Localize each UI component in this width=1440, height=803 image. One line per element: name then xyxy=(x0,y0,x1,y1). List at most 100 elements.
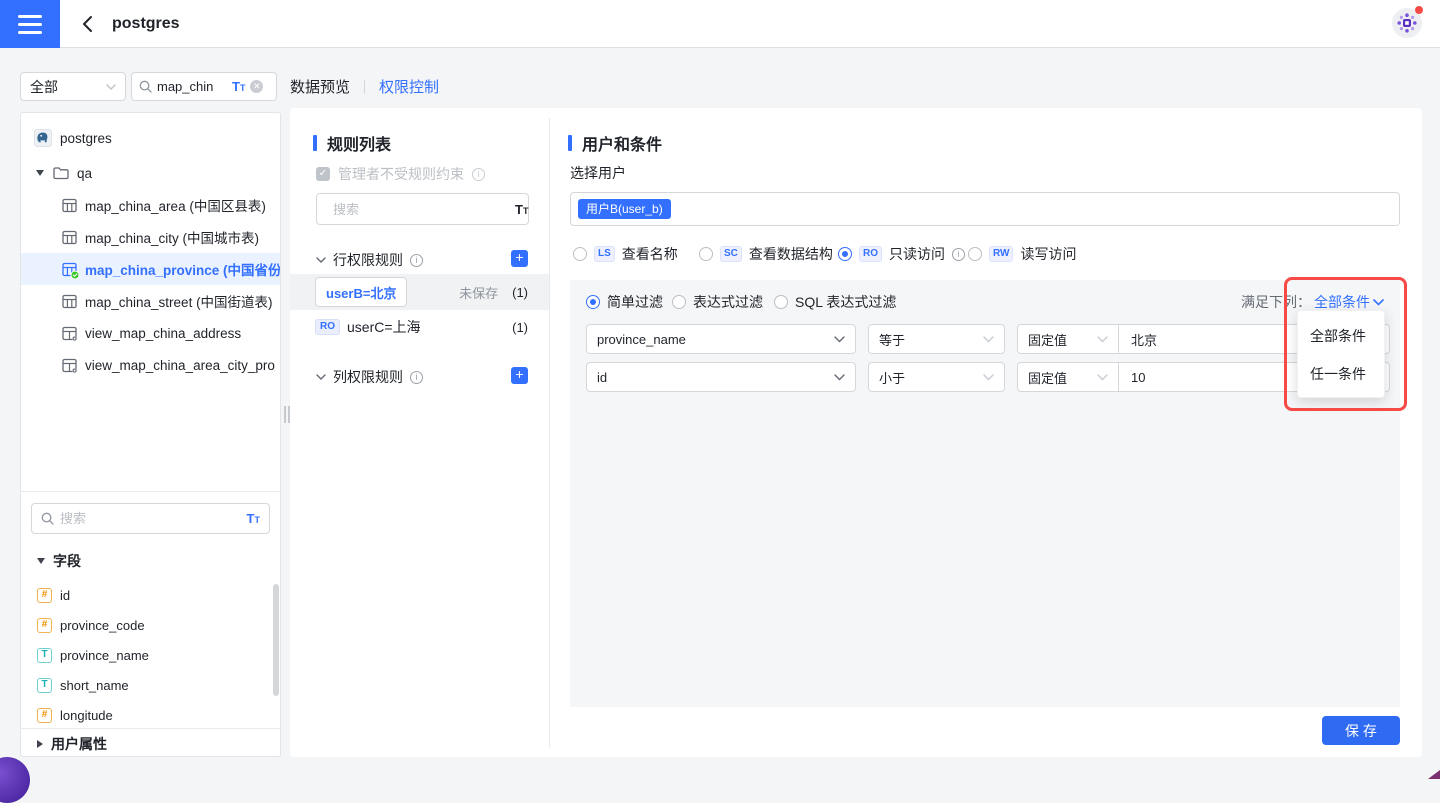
user-attrs-section-header[interactable]: 用户属性 xyxy=(37,734,107,754)
select-user-label: 选择用户 xyxy=(570,163,626,183)
fields-section-title: 字段 xyxy=(53,551,81,571)
admin-exempt-label: 管理者不受规则约束 xyxy=(338,164,464,184)
filter-panel: 简单过滤 表达式过滤 SQL 表达式过滤 满足下列： 全部条件 province… xyxy=(570,280,1400,707)
condition-value-input[interactable]: 北京 xyxy=(1119,330,1169,349)
org-logo-icon xyxy=(1396,12,1418,34)
field-item[interactable]: T short_name xyxy=(21,673,271,697)
filter-mode-expression[interactable]: 表达式过滤 xyxy=(672,292,763,312)
tree-node-label: qa xyxy=(77,166,92,181)
fields-section-header[interactable]: 字段 xyxy=(37,551,81,571)
rule-search-input[interactable] xyxy=(333,202,509,217)
tab-permission-control[interactable]: 权限控制 xyxy=(379,76,439,97)
tree-node-database[interactable]: postgres xyxy=(21,122,280,154)
tree-node-table[interactable]: map_china_city (中国城市表) xyxy=(21,221,280,253)
field-item[interactable]: # id xyxy=(21,583,271,607)
match-case-icon[interactable]: TT xyxy=(515,203,528,216)
tree-node-folder-qa[interactable]: qa xyxy=(21,157,280,189)
user-avatar[interactable] xyxy=(1392,8,1422,38)
dropdown-option-all[interactable]: 全部条件 xyxy=(1298,317,1384,355)
save-button[interactable]: 保 存 xyxy=(1322,716,1400,745)
back-button[interactable] xyxy=(76,13,98,35)
rw-badge: RW xyxy=(989,246,1013,262)
chevron-left-icon xyxy=(82,15,93,33)
tab-data-preview[interactable]: 数据预览 xyxy=(290,76,350,97)
menu-button[interactable] xyxy=(0,0,60,48)
add-row-rule-button[interactable]: + xyxy=(511,250,528,267)
radio-unselected[interactable] xyxy=(573,247,587,261)
rule-search-box[interactable]: TT xyxy=(316,193,529,225)
tree-node-view[interactable]: view_map_china_address xyxy=(21,317,280,349)
match-case-icon[interactable]: TT xyxy=(232,80,245,93)
rule-item-userB[interactable]: RO userB=北京 未保存 (1) xyxy=(290,274,549,310)
condition-value-input[interactable]: 10 xyxy=(1119,370,1157,385)
radio-unselected[interactable] xyxy=(672,295,686,309)
radio-unselected[interactable] xyxy=(774,295,788,309)
fields-scrollbar[interactable] xyxy=(273,584,279,696)
value-type-value: 固定值 xyxy=(1028,330,1067,349)
detail-panel-title: 用户和条件 xyxy=(582,131,662,155)
user-tag[interactable]: 用户B(user_b) xyxy=(578,199,671,219)
field-item[interactable]: T province_name xyxy=(21,643,271,667)
dropdown-option-any[interactable]: 任一条件 xyxy=(1298,355,1384,393)
row-rules-title: 行权限规则 xyxy=(333,250,403,270)
access-option-ro[interactable]: RO 只读访问 i xyxy=(838,244,965,264)
chevron-down-icon[interactable] xyxy=(1373,299,1384,306)
match-condition-control: 满足下列： 全部条件 xyxy=(1241,292,1384,312)
info-icon: i xyxy=(410,371,423,384)
header-accent xyxy=(313,135,317,151)
caret-down-icon[interactable] xyxy=(37,558,45,564)
chevron-down-icon xyxy=(106,84,116,90)
type-filter-select[interactable]: 全部 xyxy=(20,72,126,101)
tree-node-table[interactable]: map_china_area (中国区县表) xyxy=(21,189,280,221)
rules-panel-header: 规则列表 xyxy=(313,131,391,155)
radio-unselected[interactable] xyxy=(699,247,713,261)
condition-operator-select[interactable]: 等于 xyxy=(868,324,1005,354)
condition-operator-value: 等于 xyxy=(879,330,905,349)
access-option-rw[interactable]: RW 读写访问 xyxy=(968,244,1076,264)
condition-operator-select[interactable]: 小于 xyxy=(868,362,1005,392)
radio-unselected[interactable] xyxy=(968,247,982,261)
user-select-box[interactable]: 用户B(user_b) xyxy=(570,192,1400,226)
field-name: province_name xyxy=(60,648,149,663)
condition-field-select[interactable]: id xyxy=(586,362,856,392)
chevron-down-icon xyxy=(1097,374,1108,381)
value-type-select[interactable]: 固定值 xyxy=(1018,363,1118,391)
condition-field-select[interactable]: province_name xyxy=(586,324,856,354)
access-option-sc[interactable]: SC 查看数据结构 xyxy=(699,244,833,264)
sidebar: postgres qa map_china_area (中国区县表) map_c… xyxy=(20,112,281,757)
checkbox-checked-disabled[interactable]: ✓ xyxy=(316,167,330,181)
notification-dot xyxy=(1415,6,1423,14)
value-type-select[interactable]: 固定值 xyxy=(1018,325,1118,353)
access-option-ls[interactable]: LS 查看名称 xyxy=(573,244,678,264)
rule-item-userC[interactable]: RO userC=上海 (1) xyxy=(290,310,549,344)
field-name: longitude xyxy=(60,708,113,723)
field-item[interactable]: # longitude xyxy=(21,703,271,727)
tree-node-label: map_china_street (中国街道表) xyxy=(85,291,273,311)
caret-right-icon[interactable] xyxy=(37,740,43,748)
table-search-box[interactable]: TT ✕ xyxy=(131,72,277,101)
field-search-box[interactable]: TT xyxy=(31,503,270,534)
field-item[interactable]: # province_code xyxy=(21,613,271,637)
radio-selected[interactable] xyxy=(586,295,600,309)
match-value-link[interactable]: 全部条件 xyxy=(1314,292,1370,312)
radio-selected[interactable] xyxy=(838,247,852,261)
table-search-input[interactable] xyxy=(157,79,227,94)
match-case-icon[interactable]: TT xyxy=(247,512,260,525)
caret-down-icon[interactable] xyxy=(36,170,44,176)
tree-node-view[interactable]: view_map_china_area_city_pro xyxy=(21,349,280,381)
col-rules-section[interactable]: 列权限规则 i xyxy=(316,367,423,387)
page-title: postgres xyxy=(112,15,180,33)
filter-mode-simple[interactable]: 简单过滤 xyxy=(586,292,663,312)
row-rules-section[interactable]: 行权限规则 i xyxy=(316,250,423,270)
postgresql-icon xyxy=(34,129,52,147)
field-search-input[interactable] xyxy=(60,511,241,526)
filter-mode-sql[interactable]: SQL 表达式过滤 xyxy=(774,292,896,312)
clear-search-icon[interactable]: ✕ xyxy=(250,80,263,93)
filter-mode-label: SQL 表达式过滤 xyxy=(795,292,896,312)
floating-assistant-button[interactable] xyxy=(0,757,30,803)
add-col-rule-button[interactable]: + xyxy=(511,367,528,384)
tree-node-label: view_map_china_address xyxy=(85,326,241,341)
type-filter-value: 全部 xyxy=(30,77,58,97)
tree-node-table[interactable]: map_china_street (中国街道表) xyxy=(21,285,280,317)
tree-node-table-selected[interactable]: map_china_province (中国省份 xyxy=(21,253,280,285)
